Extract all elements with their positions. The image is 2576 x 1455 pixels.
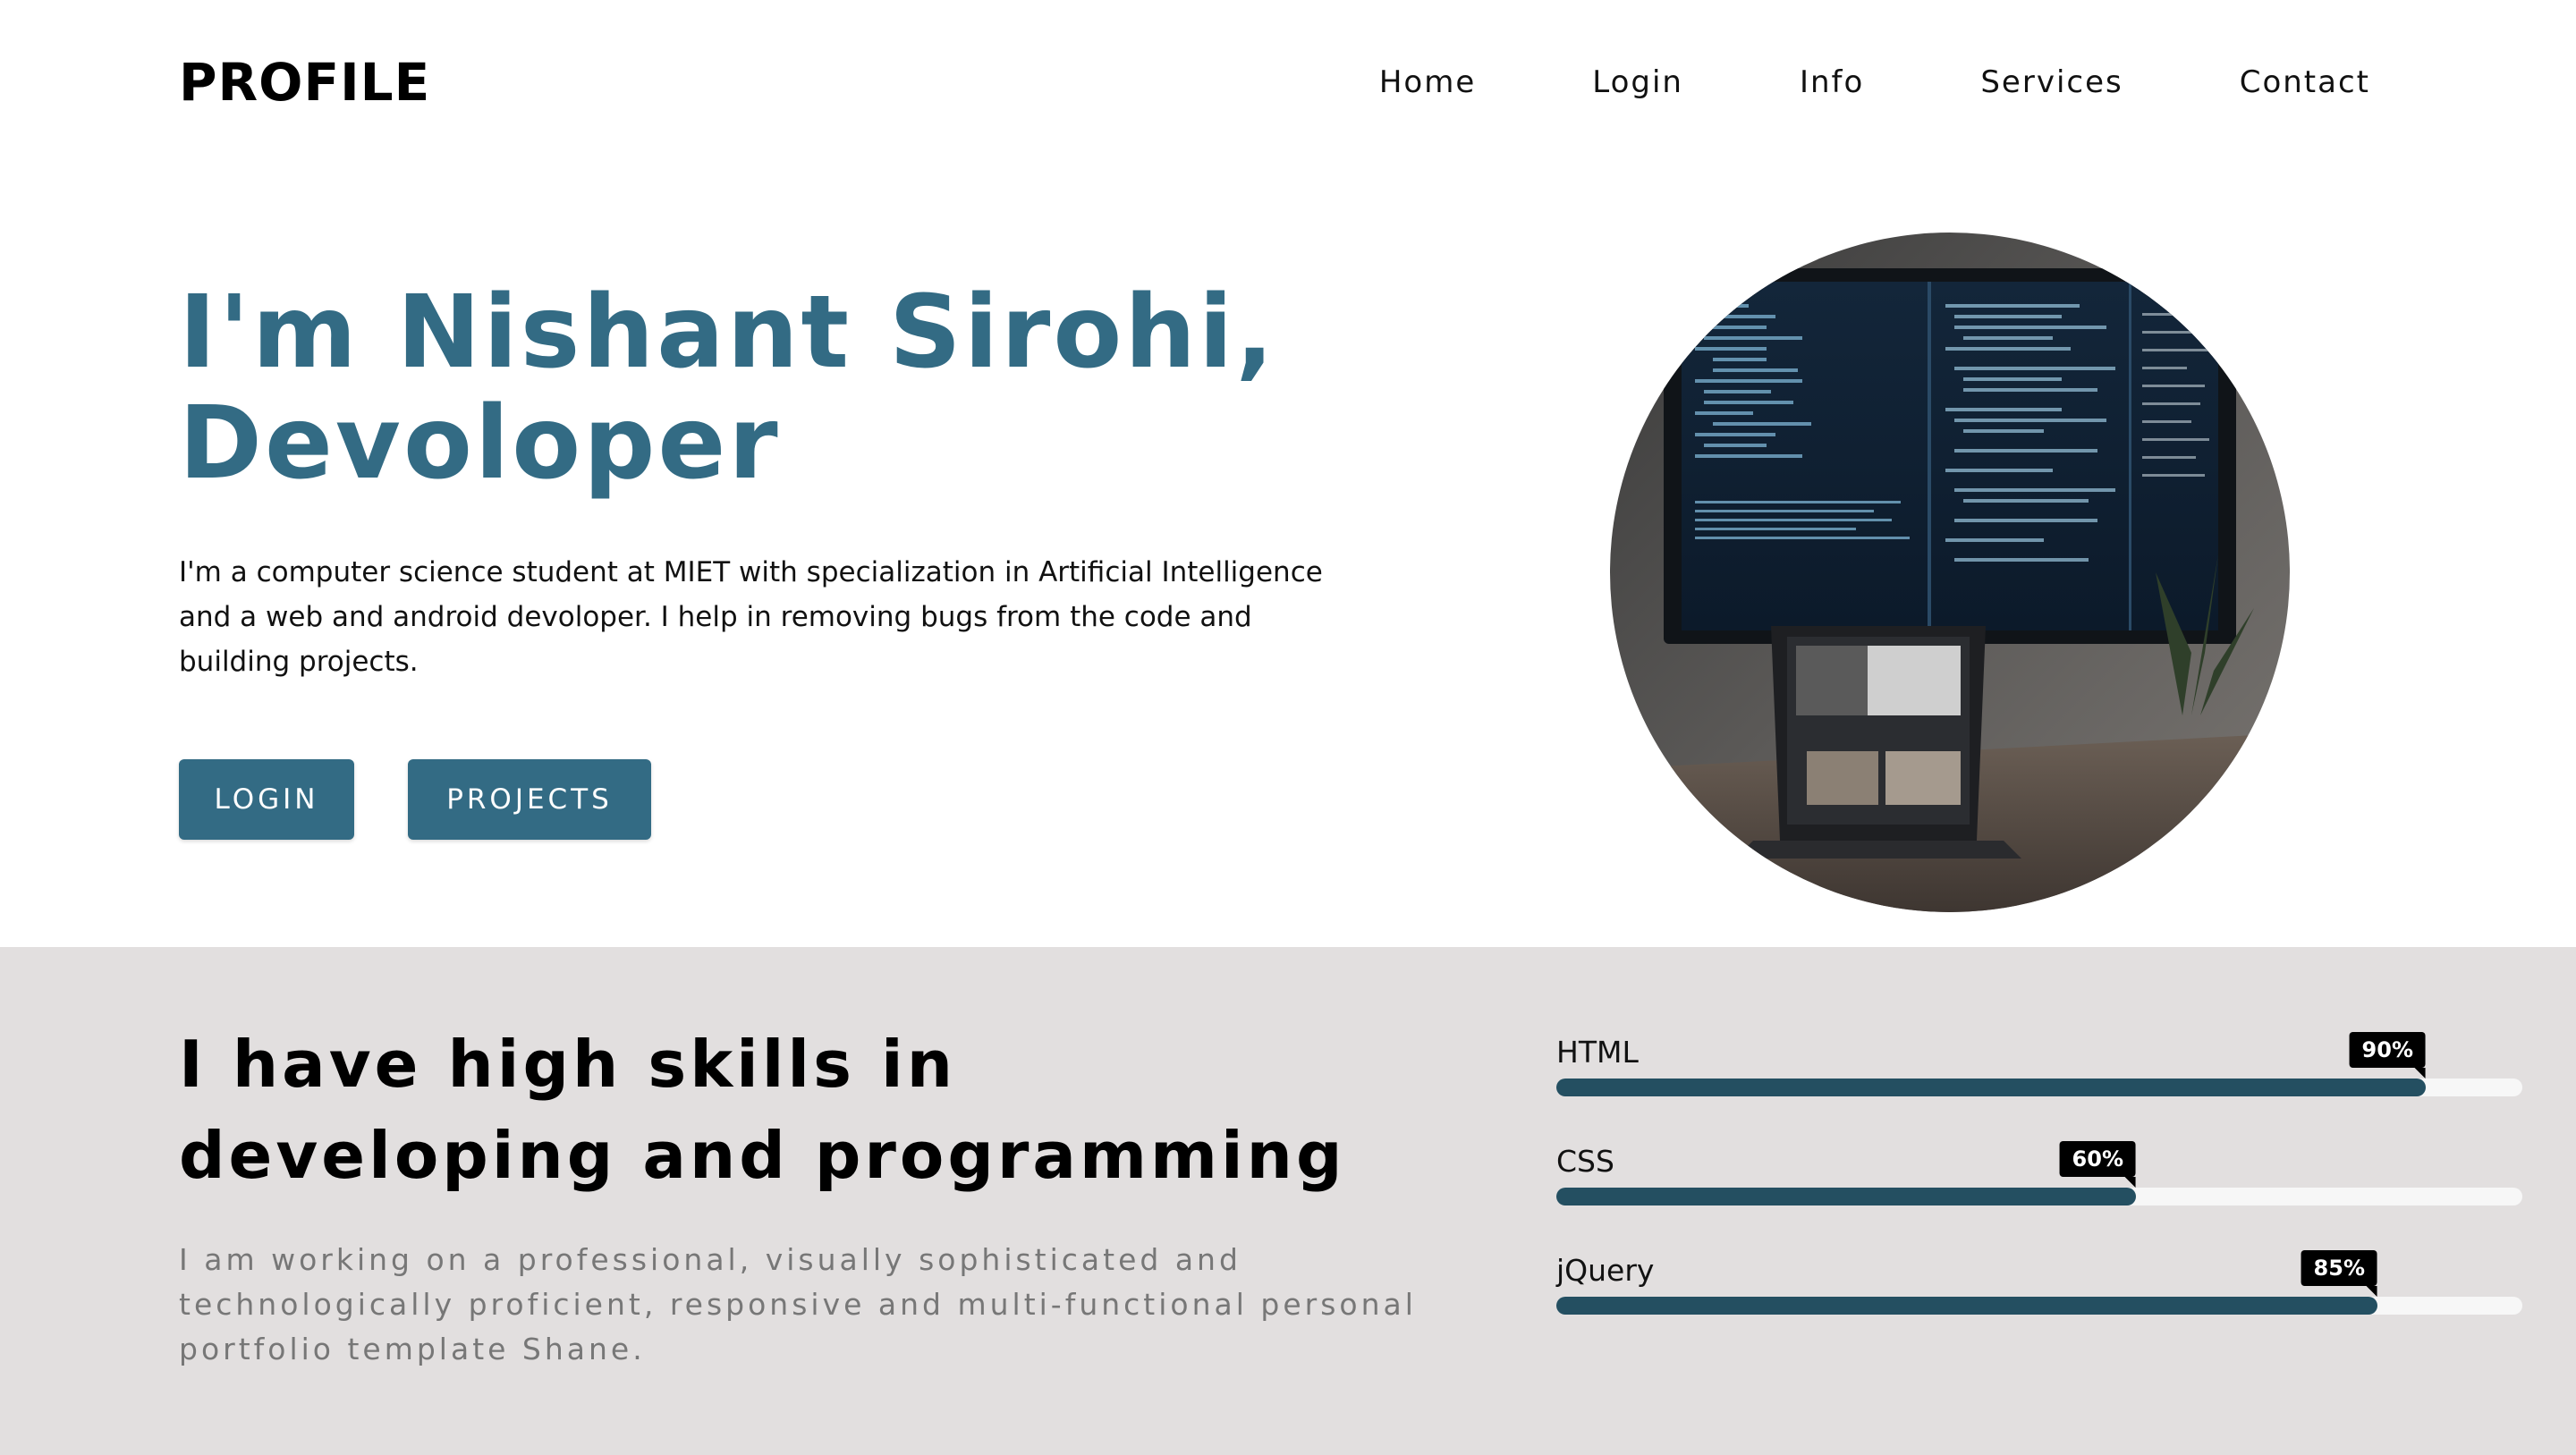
skill-progress-bar <box>1556 1297 2377 1315</box>
skill-progress-bar <box>1556 1079 2426 1096</box>
skill-percent-badge: 90% <box>2349 1032 2427 1079</box>
nav-info[interactable]: Info <box>1800 57 1864 107</box>
skill-track <box>1556 1297 2522 1315</box>
skill-css: CSS 60% <box>1556 1141 2522 1222</box>
workspace-photo <box>1610 233 2290 912</box>
skills-section: I have high skills in developing and pro… <box>0 947 2576 1455</box>
skill-html: HTML 90% <box>1556 1032 2522 1112</box>
hero-section: I'm Nishant Sirohi, Devoloper I'm a comp… <box>0 170 2576 948</box>
nav-login[interactable]: Login <box>1592 57 1683 107</box>
skill-track <box>1556 1079 2522 1096</box>
skills-title: I have high skills in developing and pro… <box>179 1027 1346 1193</box>
nav-services[interactable]: Services <box>1980 57 2123 107</box>
skill-progress-bar <box>1556 1188 2136 1205</box>
skills-description: I am working on a professional, visually… <box>179 1242 1417 1366</box>
skill-name: HTML <box>1556 1035 1639 1070</box>
login-button[interactable]: LOGIN <box>179 759 354 840</box>
skill-track <box>1556 1188 2522 1205</box>
site-logo[interactable]: PROFILE <box>179 47 430 118</box>
skill-percent-badge: 60% <box>2059 1141 2137 1188</box>
hero-title-line-1: I'm Nishant Sirohi, <box>179 275 1276 391</box>
hero-title: I'm Nishant Sirohi, Devoloper <box>179 277 1431 499</box>
main-nav: Home Login Info Services Contact <box>1379 57 2370 107</box>
hero-title-line-2: Devoloper <box>179 385 781 502</box>
site-header: PROFILE Home Login Info Services Contact <box>0 0 2576 170</box>
projects-button[interactable]: PROJECTS <box>408 759 651 840</box>
skill-name: CSS <box>1556 1144 1614 1179</box>
skill-name: jQuery <box>1556 1253 1655 1288</box>
skill-jquery: jQuery 85% <box>1556 1250 2522 1331</box>
nav-home[interactable]: Home <box>1379 57 1476 107</box>
skill-percent-badge: 85% <box>2301 1250 2378 1297</box>
hero-description: I'm a computer science student at MIET w… <box>179 556 1323 678</box>
nav-contact[interactable]: Contact <box>2240 57 2370 107</box>
